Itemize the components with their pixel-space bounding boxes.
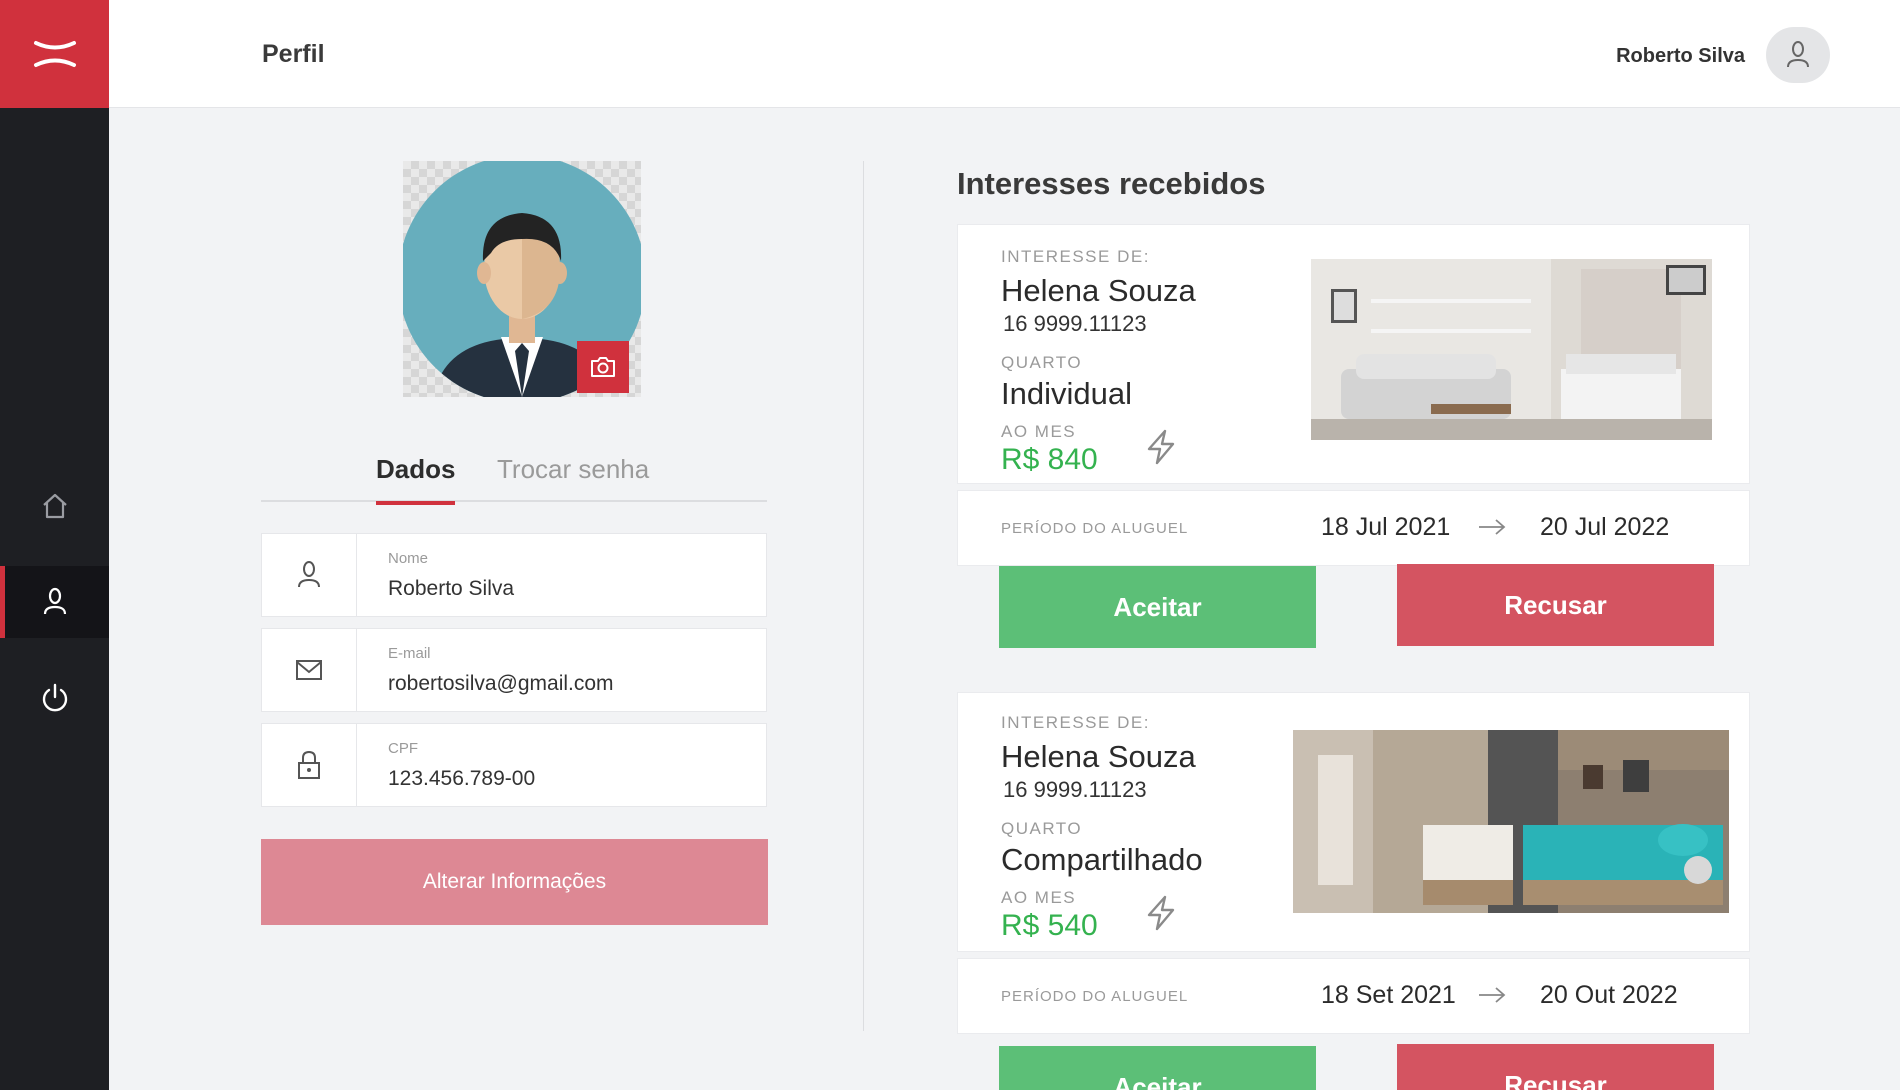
app-logo[interactable] — [0, 0, 109, 108]
email-label: E-mail — [388, 645, 431, 662]
period-start: 18 Jul 2021 — [1321, 513, 1451, 541]
room-type: Compartilhado — [1001, 842, 1203, 877]
page-title: Perfil — [262, 40, 325, 68]
rental-period: PERÍODO DO ALUGUEL 18 Set 2021 20 Out 20… — [957, 958, 1750, 1034]
user-icon — [1787, 41, 1809, 68]
interest-from-label: INTERESSE DE: — [1001, 713, 1150, 732]
power-icon — [42, 683, 67, 712]
camera-icon — [591, 357, 615, 377]
header-avatar[interactable] — [1766, 27, 1830, 83]
interest-phone: 16 9999.11123 — [1003, 311, 1147, 336]
name-field[interactable]: Nome Roberto Silva — [261, 533, 767, 617]
period-label: PERÍODO DO ALUGUEL — [1001, 988, 1189, 1005]
rental-period: PERÍODO DO ALUGUEL 18 Jul 2021 20 Jul 20… — [957, 490, 1750, 566]
mail-icon — [296, 660, 322, 680]
room-type: Individual — [1001, 376, 1132, 411]
room-label: QUARTO — [1001, 819, 1083, 838]
name-value[interactable]: Roberto Silva — [388, 577, 514, 601]
accept-button[interactable]: Aceitar — [999, 566, 1316, 648]
period-start: 18 Set 2021 — [1321, 981, 1456, 1009]
interest-from-label: INTERESSE DE: — [1001, 247, 1150, 266]
name-label: Nome — [388, 550, 429, 567]
interests-title: Interesses recebidos — [957, 166, 1266, 201]
column-divider — [863, 161, 864, 1031]
top-header: Perfil Roberto Silva — [109, 0, 1900, 108]
interest-card: INTERESSE DE: Helena Souza 16 9999.11123… — [957, 692, 1750, 952]
arrow-right-icon — [1479, 519, 1506, 535]
period-label: PERÍODO DO ALUGUEL — [1001, 520, 1189, 537]
month-label: AO MES — [1001, 888, 1077, 907]
email-field[interactable]: E-mail robertosilva@gmail.com — [261, 628, 767, 712]
period-end: 20 Jul 2022 — [1540, 513, 1670, 541]
refuse-button[interactable]: Recusar — [1397, 1044, 1714, 1090]
lightning-icon — [1147, 429, 1175, 465]
cpf-value[interactable]: 123.456.789-00 — [388, 767, 535, 791]
refuse-button[interactable]: Recusar — [1397, 564, 1714, 646]
lock-icon — [298, 750, 320, 779]
interest-name: Helena Souza — [1001, 739, 1196, 774]
sidebar-item-home[interactable] — [0, 470, 109, 542]
price: R$ 840 — [1001, 443, 1098, 476]
user-icon — [43, 587, 66, 615]
email-value[interactable]: robertosilva@gmail.com — [388, 672, 614, 696]
lightning-icon — [1147, 895, 1175, 931]
room-photo — [1311, 259, 1712, 440]
interest-phone: 16 9999.11123 — [1003, 777, 1147, 802]
price: R$ 540 — [1001, 909, 1098, 942]
tab-trocar-senha[interactable]: Trocar senha — [497, 454, 649, 485]
interest-name: Helena Souza — [1001, 273, 1196, 308]
cpf-label: CPF — [388, 740, 418, 757]
update-info-button[interactable]: Alterar Informações — [261, 839, 768, 925]
cpf-field[interactable]: CPF 123.456.789-00 — [261, 723, 767, 807]
month-label: AO MES — [1001, 422, 1077, 441]
user-icon — [298, 561, 320, 588]
sidebar-item-logout[interactable] — [0, 662, 109, 734]
profile-tabs: Dados Trocar senha — [261, 440, 767, 505]
sidebar-item-profile[interactable] — [0, 566, 109, 638]
header-user-name[interactable]: Roberto Silva — [1616, 45, 1745, 68]
home-icon — [42, 493, 67, 519]
interest-card: INTERESSE DE: Helena Souza 16 9999.11123… — [957, 224, 1750, 484]
period-end: 20 Out 2022 — [1540, 981, 1678, 1009]
logo-icon — [33, 41, 76, 67]
tab-dados[interactable]: Dados — [376, 454, 456, 505]
accept-button[interactable]: Aceitar — [999, 1046, 1316, 1090]
room-photo — [1293, 730, 1729, 913]
room-label: QUARTO — [1001, 353, 1083, 372]
sidebar — [0, 0, 109, 1090]
arrow-right-icon — [1479, 987, 1506, 1003]
change-photo-button[interactable] — [577, 341, 629, 393]
